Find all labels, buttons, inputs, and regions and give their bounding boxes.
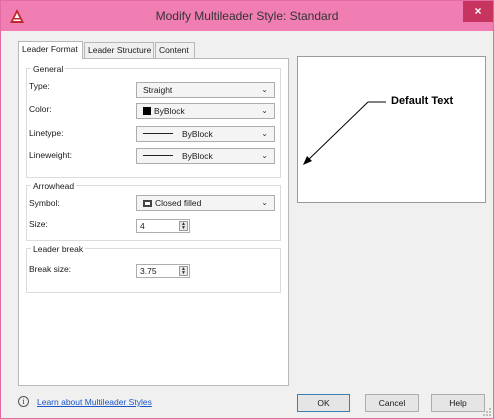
color-dropdown[interactable]: ByBlock ⌄ <box>136 103 275 119</box>
type-label: Type: <box>29 81 50 91</box>
break-size-spinner[interactable]: 3.75 ▲ ▼ <box>136 264 190 278</box>
linetype-dropdown[interactable]: ByBlock ⌄ <box>136 126 275 142</box>
break-size-label: Break size: <box>29 264 72 274</box>
color-swatch <box>143 107 151 115</box>
arrow-size-spinner[interactable]: 4 ▲ ▼ <box>136 219 190 233</box>
learn-more-link[interactable]: Learn about Multileader Styles <box>37 397 152 407</box>
general-group: General Type: Straight ⌄ Color: ByBlock … <box>26 64 281 178</box>
ok-button[interactable]: OK <box>297 394 350 412</box>
preview-default-text: Default Text <box>391 95 454 107</box>
chevron-down-icon: ⌄ <box>261 129 268 138</box>
preview-pane: Default Text <box>297 56 486 203</box>
arrowhead-group-title: Arrowhead <box>31 181 77 191</box>
general-group-title: General <box>31 64 66 74</box>
spin-updown-icon[interactable]: ▲ ▼ <box>179 266 188 276</box>
type-dropdown[interactable]: Straight ⌄ <box>136 82 275 98</box>
size-value: 4 <box>140 221 145 231</box>
color-value: ByBlock <box>154 106 185 116</box>
arrowhead-group: Arrowhead Symbol: Closed filled ⌄ Size: … <box>26 181 281 241</box>
lineweight-label: Lineweight: <box>29 150 73 160</box>
lineweight-value: ByBlock <box>182 151 213 161</box>
leader-break-group-title: Leader break <box>31 244 86 254</box>
color-label: Color: <box>29 104 52 114</box>
symbol-label: Symbol: <box>29 198 60 208</box>
dialog-window: Modify Multileader Style: Standard × Lea… <box>0 0 494 419</box>
leader-break-group: Leader break Break size: 3.75 ▲ ▼ <box>26 244 281 293</box>
closed-filled-arrow-icon <box>143 200 152 207</box>
symbol-dropdown[interactable]: Closed filled ⌄ <box>136 195 275 211</box>
line-sample-icon <box>143 155 173 156</box>
title-bar[interactable]: Modify Multileader Style: Standard × <box>1 1 493 31</box>
linetype-value: ByBlock <box>182 129 213 139</box>
symbol-value: Closed filled <box>155 198 202 208</box>
cancel-button[interactable]: Cancel <box>365 394 419 412</box>
chevron-down-icon: ⌄ <box>261 85 268 94</box>
chevron-down-icon: ⌄ <box>261 151 268 160</box>
leader-preview-graphic <box>303 101 386 165</box>
close-button[interactable]: × <box>463 1 493 22</box>
size-label: Size: <box>29 219 48 229</box>
help-button[interactable]: Help <box>431 394 485 412</box>
dialog-title: Modify Multileader Style: Standard <box>155 9 339 23</box>
chevron-down-icon: ⌄ <box>261 198 268 207</box>
resize-grip-icon[interactable] <box>482 407 492 417</box>
linetype-label: Linetype: <box>29 128 64 138</box>
tab-leader-structure[interactable]: Leader Structure <box>84 42 154 58</box>
lineweight-dropdown[interactable]: ByBlock ⌄ <box>136 148 275 164</box>
line-sample-icon <box>143 133 173 134</box>
info-icon: i <box>18 396 29 407</box>
chevron-down-icon: ⌄ <box>261 106 268 115</box>
leader-format-panel: General Type: Straight ⌄ Color: ByBlock … <box>18 58 289 386</box>
tab-content[interactable]: Content <box>155 42 195 58</box>
type-value: Straight <box>143 85 173 95</box>
spin-updown-icon[interactable]: ▲ ▼ <box>179 221 188 231</box>
tab-leader-format[interactable]: Leader Format <box>18 41 83 59</box>
break-size-value: 3.75 <box>140 266 157 276</box>
